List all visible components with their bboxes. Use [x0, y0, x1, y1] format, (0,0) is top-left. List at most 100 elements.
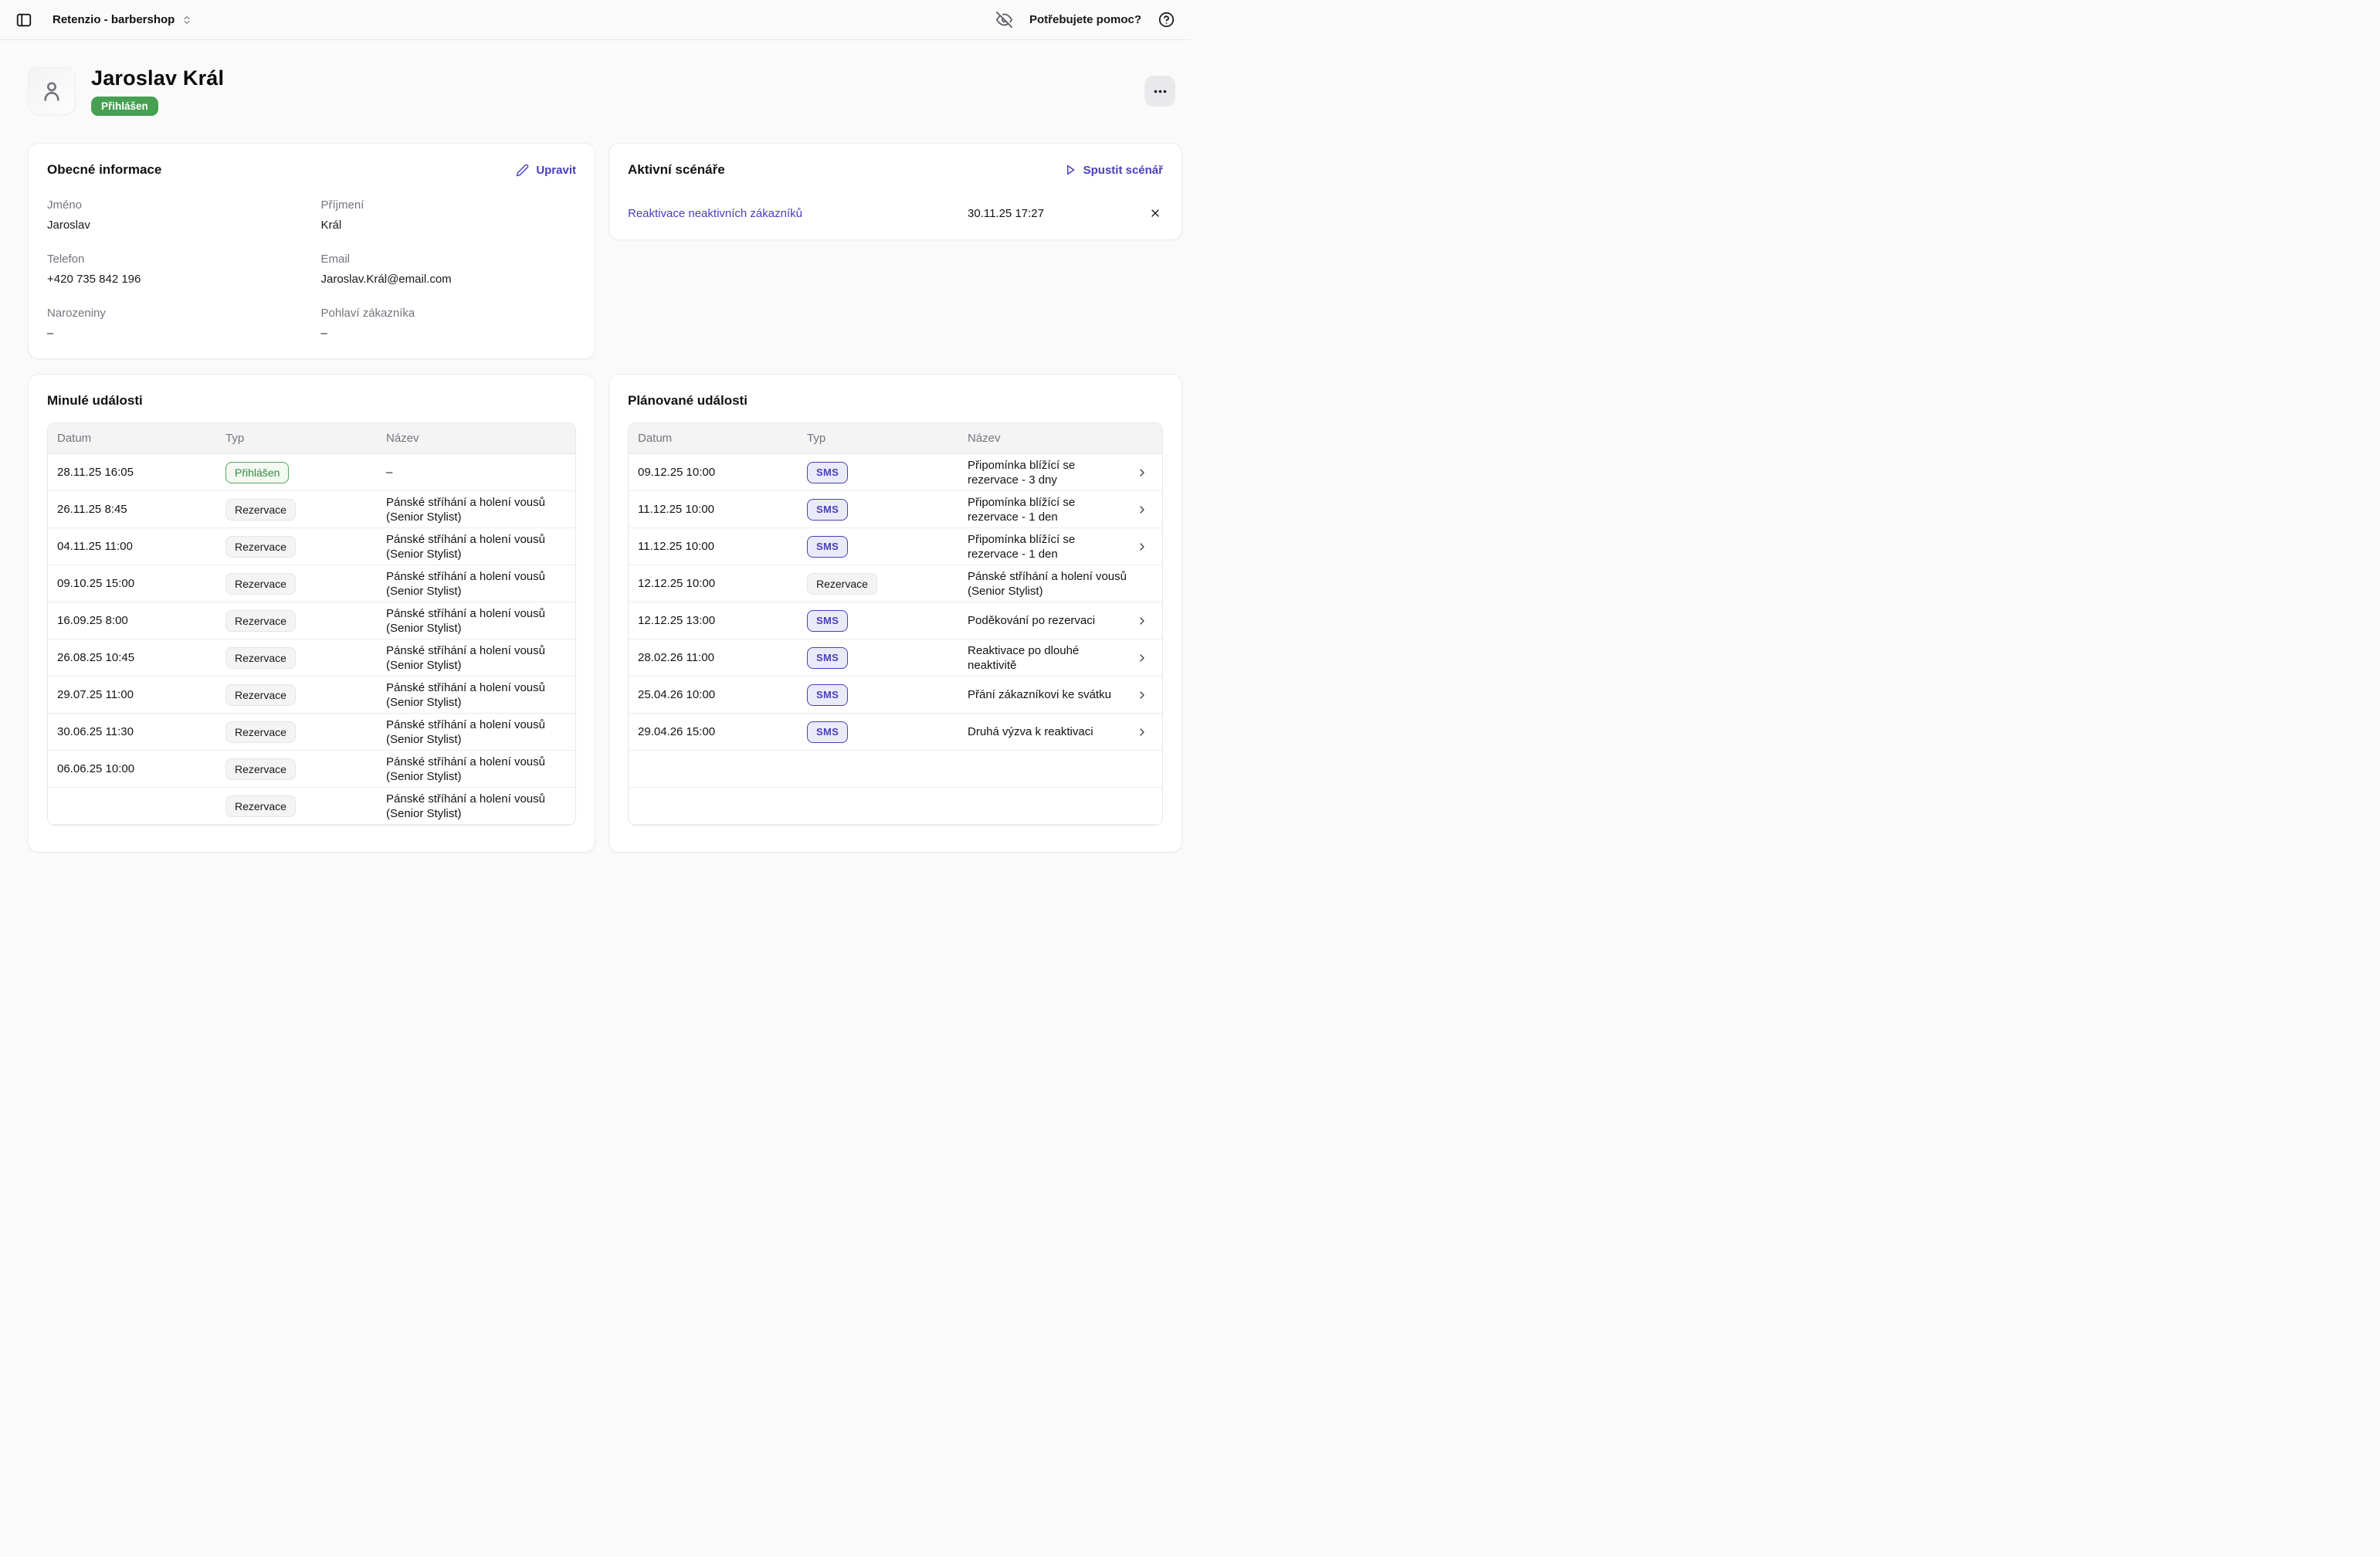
- field-label: Telefon: [47, 253, 303, 266]
- event-name: [958, 766, 1136, 772]
- table-row[interactable]: 12.12.25 13:00 SMS Poděkování po rezerva…: [629, 602, 1162, 639]
- info-field: Telefon +420 735 842 196: [47, 253, 303, 286]
- table-row: 28.11.25 16:05 Přihlášen –: [48, 454, 575, 491]
- table-row[interactable]: [629, 751, 1162, 788]
- table-row: 09.10.25 15:00 Rezervace Pánské stříhání…: [48, 565, 575, 602]
- topbar: Retenzio - barbershop Potřebujete pomoc?: [0, 0, 1190, 40]
- table-row: Rezervace Pánské stříhání a holení vousů…: [48, 788, 575, 825]
- event-type-badge: Rezervace: [225, 647, 296, 669]
- event-type-badge: Rezervace: [225, 758, 296, 780]
- column-header-typ: Typ: [798, 423, 958, 453]
- table-row[interactable]: 28.02.26 11:00 SMS Reaktivace po dlouhé …: [629, 639, 1162, 677]
- table-row[interactable]: 09.12.25 10:00 SMS Připomínka blížící se…: [629, 454, 1162, 491]
- event-type-badge: Rezervace: [807, 573, 877, 595]
- past-events-card: Minulé události Datum Typ Název 28.11.25…: [28, 374, 595, 853]
- eye-off-icon: [996, 12, 1012, 28]
- edit-label: Upravit: [536, 164, 576, 177]
- event-date: 26.08.25 10:45: [48, 648, 216, 667]
- remove-scenario-button[interactable]: [1148, 205, 1163, 221]
- column-header-actions: [1136, 423, 1162, 453]
- event-type-badge: SMS: [807, 536, 848, 558]
- cards-grid: Obecné informace Upravit Jméno Jaroslav …: [0, 116, 1190, 853]
- table-row[interactable]: 12.12.25 10:00 Rezervace Pánské stříhání…: [629, 565, 1162, 602]
- planned-events-title: Plánované události: [628, 393, 1163, 409]
- event-type-badge: SMS: [807, 647, 848, 669]
- event-name: Pánské stříhání a holení vousů (Senior S…: [377, 603, 575, 639]
- table-row[interactable]: 29.04.26 15:00 SMS Druhá výzva k reaktiv…: [629, 714, 1162, 751]
- help-circle-icon: [1158, 12, 1175, 28]
- chevron-right-icon: [1136, 615, 1162, 627]
- column-header-datum: Datum: [48, 423, 216, 453]
- user-icon: [39, 78, 65, 104]
- event-name: Poděkování po rezervaci: [958, 610, 1136, 631]
- table-row: 30.06.25 11:30 Rezervace Pánské stříhání…: [48, 714, 575, 751]
- field-label: Příjmení: [321, 198, 577, 212]
- column-header-datum: Datum: [629, 423, 798, 453]
- info-field: Jméno Jaroslav: [47, 198, 303, 232]
- event-name: Druhá výzva k reaktivaci: [958, 721, 1136, 742]
- column-header-nazev: Název: [377, 423, 575, 453]
- more-actions-button[interactable]: [1144, 76, 1175, 107]
- page-title: Jaroslav Král: [91, 66, 224, 90]
- run-scenario-button[interactable]: Spustit scénář: [1064, 164, 1163, 177]
- table-row[interactable]: 25.04.26 10:00 SMS Přání zákazníkovi ke …: [629, 677, 1162, 714]
- table-row: 04.11.25 11:00 Rezervace Pánské stříhání…: [48, 528, 575, 565]
- field-value: Jaroslav.Král@email.com: [321, 273, 577, 286]
- field-value: Jaroslav: [47, 219, 303, 232]
- table-row: 26.08.25 10:45 Rezervace Pánské stříhání…: [48, 639, 575, 677]
- event-type-badge: Rezervace: [225, 721, 296, 743]
- event-name: Pánské stříhání a holení vousů (Senior S…: [377, 751, 575, 787]
- event-date: 11.12.25 10:00: [629, 537, 798, 556]
- event-name: Pánské stříhání a holení vousů (Senior S…: [377, 640, 575, 676]
- event-date: [48, 803, 216, 809]
- field-label: Email: [321, 253, 577, 266]
- event-name: Přání zákazníkovi ke svátku: [958, 684, 1136, 705]
- event-name: Připomínka blížící se rezervace - 1 den: [958, 529, 1136, 565]
- event-date: [629, 803, 798, 809]
- chevron-right-icon: [1136, 652, 1162, 664]
- event-date: 09.10.25 15:00: [48, 574, 216, 593]
- event-type-badge: Rezervace: [225, 573, 296, 595]
- chevron-right-icon: [1136, 541, 1162, 553]
- event-name: Pánské stříhání a holení vousů (Senior S…: [377, 492, 575, 527]
- event-name: Pánské stříhání a holení vousů (Senior S…: [377, 529, 575, 565]
- event-type-badge: SMS: [807, 462, 848, 483]
- event-date: 25.04.26 10:00: [629, 685, 798, 704]
- table-row: 06.06.25 10:00 Rezervace Pánské stříhání…: [48, 751, 575, 788]
- info-field: Pohlaví zákazníka –: [321, 307, 577, 340]
- column-header-typ: Typ: [216, 423, 377, 453]
- event-date: 26.11.25 8:45: [48, 500, 216, 519]
- general-info-fields: Jméno Jaroslav Příjmení Král Telefon +42…: [47, 198, 576, 340]
- status-badge: Přihlášen: [91, 97, 158, 116]
- scenario-row: Reaktivace neaktivních zákazníků 30.11.2…: [628, 205, 1163, 221]
- event-date: [629, 766, 798, 772]
- event-date: 06.06.25 10:00: [48, 759, 216, 778]
- field-label: Jméno: [47, 198, 303, 212]
- field-label: Pohlaví zákazníka: [321, 307, 577, 320]
- edit-button[interactable]: Upravit: [516, 164, 576, 177]
- scenario-link[interactable]: Reaktivace neaktivních zákazníků: [628, 207, 968, 220]
- table-row[interactable]: 11.12.25 10:00 SMS Připomínka blížící se…: [629, 528, 1162, 565]
- topbar-right: Potřebujete pomoc?: [995, 10, 1176, 29]
- workspace-switcher[interactable]: Retenzio - barbershop: [53, 13, 192, 26]
- play-icon: [1064, 164, 1076, 176]
- table-row[interactable]: [629, 788, 1162, 825]
- field-value: –: [47, 327, 303, 340]
- table-row[interactable]: 11.12.25 10:00 SMS Připomínka blížící se…: [629, 491, 1162, 528]
- help-link[interactable]: Potřebujete pomoc?: [1029, 13, 1141, 26]
- help-button[interactable]: [1157, 10, 1176, 29]
- event-type-badge: SMS: [807, 721, 848, 743]
- hide-sensitive-button[interactable]: [995, 10, 1014, 29]
- sidebar-toggle-button[interactable]: [14, 10, 34, 30]
- event-type-badge: SMS: [807, 499, 848, 521]
- event-date: 09.12.25 10:00: [629, 463, 798, 482]
- event-date: 11.12.25 10:00: [629, 500, 798, 519]
- active-scenarios-title: Aktivní scénáře: [628, 162, 725, 178]
- event-name: Pánské stříhání a holení vousů (Senior S…: [377, 714, 575, 750]
- planned-events-table-header: Datum Typ Název: [629, 423, 1162, 454]
- past-events-table-header: Datum Typ Název: [48, 423, 575, 454]
- field-value: Král: [321, 219, 577, 232]
- info-field: Příjmení Král: [321, 198, 577, 232]
- event-type-badge: SMS: [807, 684, 848, 706]
- event-name: Připomínka blížící se rezervace - 3 dny: [958, 455, 1136, 490]
